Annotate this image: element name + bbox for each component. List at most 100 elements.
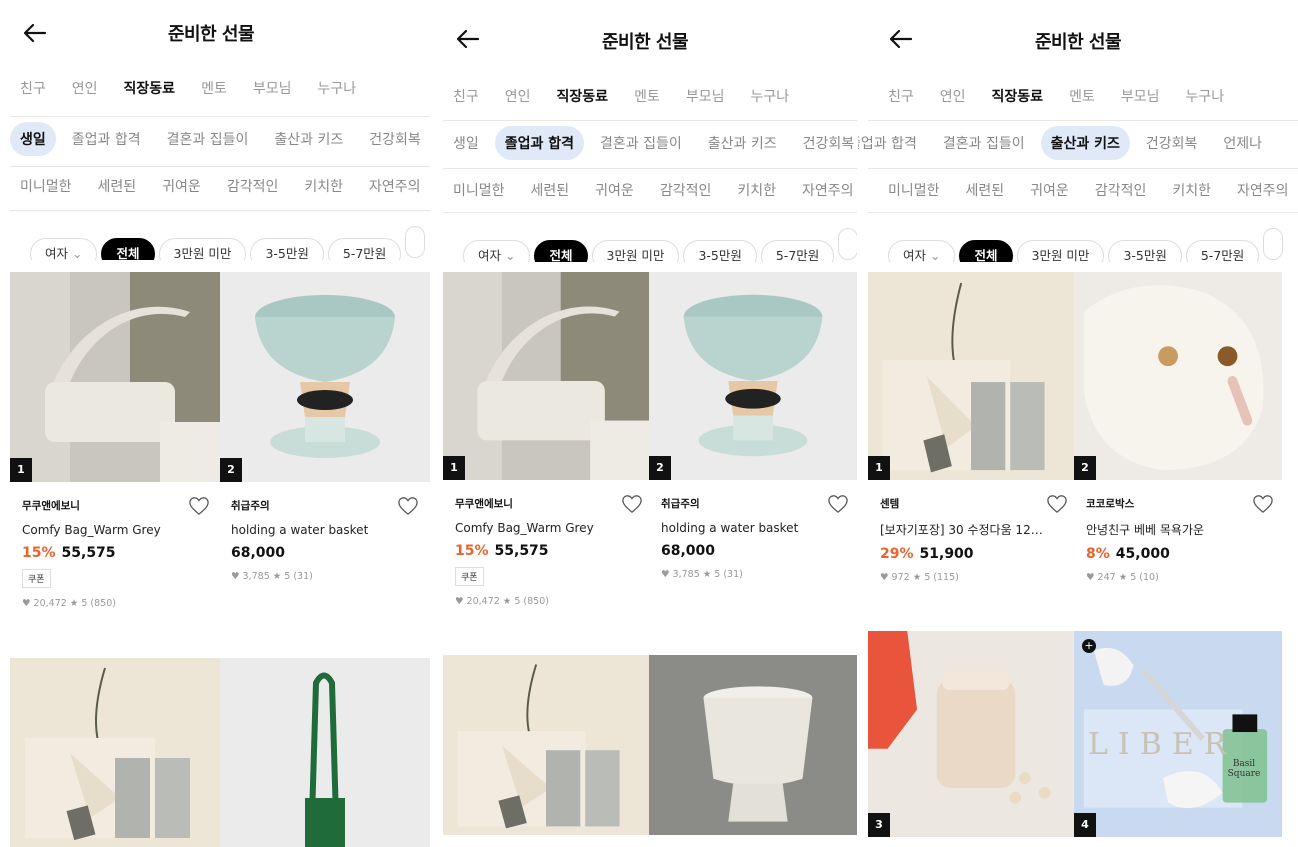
price-chip[interactable]: 3만원 미만 (591, 240, 680, 262)
tab-style[interactable]: 귀여운 (162, 176, 201, 196)
tab-relation-selected[interactable]: 직장동료 (557, 86, 609, 106)
price-chip[interactable]: 3만원 미만 (1016, 240, 1105, 262)
product-image-bowl[interactable]: 2 (649, 272, 857, 480)
tab-style[interactable]: 미니멀한 (453, 180, 505, 200)
tab-relation[interactable]: 친구 (888, 86, 914, 106)
tab-style[interactable]: 감각적인 (1095, 180, 1147, 200)
wishlist-button[interactable] (188, 496, 210, 516)
price-chip-selected[interactable]: 전체 (959, 240, 1013, 262)
price-chip[interactable]: 3만원 미만 (158, 238, 247, 260)
tab-occasion-selected[interactable]: 졸업과 합격 (494, 126, 585, 160)
price-chip[interactable]: 3-5만원 (250, 238, 324, 260)
product-card-info[interactable]: 무쿠앤에보니 Comfy Bag_Warm Grey 15% 55,575 쿠폰 … (455, 494, 655, 607)
tab-occasion[interactable]: 생일 (443, 126, 489, 160)
tab-style[interactable]: 귀여운 (595, 180, 634, 200)
tab-occasion[interactable]: 출산과 키즈 (264, 122, 353, 156)
tab-relation[interactable]: 친구 (20, 78, 46, 98)
price-chip[interactable]: 3-5만원 (1108, 240, 1182, 262)
tab-relation[interactable]: 부모님 (686, 86, 725, 106)
price-chip-selected[interactable]: 전체 (534, 240, 588, 262)
tab-style[interactable]: 미니멀한 (888, 180, 940, 200)
price-chip[interactable] (838, 228, 857, 260)
product-card-info[interactable]: 무쿠앤에보니 Comfy Bag_Warm Grey 15% 55,575 쿠폰 … (22, 496, 222, 609)
rank-badge: 4 (1074, 813, 1096, 837)
tab-style[interactable]: 키치한 (304, 176, 343, 196)
tab-relation[interactable]: 누구나 (317, 78, 356, 98)
product-image-wrapped-gift[interactable] (443, 655, 649, 835)
tab-occasion[interactable]: 건강회복 (1136, 126, 1208, 160)
tab-style[interactable]: 세련된 (98, 176, 137, 196)
tab-relation[interactable]: 부모님 (1121, 86, 1160, 106)
tab-occasion[interactable]: 건강회복 (793, 126, 857, 160)
gender-dropdown[interactable]: 여자 ⌄ (463, 240, 531, 262)
tab-style[interactable]: 세련된 (531, 180, 570, 200)
tab-style[interactable]: 키치한 (737, 180, 776, 200)
tab-occasion[interactable]: 결혼과 집들이 (590, 126, 692, 160)
product-card-info[interactable]: 취급주의 holding a water basket 68,000 ♥ 3,7… (661, 494, 857, 580)
price-chip[interactable]: 3-5만원 (683, 240, 757, 262)
plus-icon[interactable]: + (1082, 639, 1096, 653)
product-image-wrapped-gift[interactable] (10, 658, 220, 847)
product-image-bowl[interactable]: 2 (220, 272, 430, 482)
tab-style[interactable]: 귀여운 (1030, 180, 1069, 200)
gender-dropdown[interactable]: 여자 ⌄ (888, 240, 956, 262)
tab-occasion-selected[interactable]: 출산과 키즈 (1040, 126, 1130, 160)
wishlist-button[interactable] (621, 494, 643, 514)
tab-relation[interactable]: 부모님 (253, 78, 292, 98)
tab-occasion[interactable]: 결혼과 집들이 (157, 122, 259, 156)
product-image-bag[interactable]: 1 (10, 272, 220, 482)
tab-occasion[interactable]: 출산과 키즈 (698, 126, 787, 160)
product-card-info[interactable]: 센템 [보자기포장] 30 수정다움 12g... 29% 51,900 ♥ 97… (880, 494, 1080, 583)
tab-style[interactable]: 감각적인 (227, 176, 279, 196)
price-chip[interactable] (1263, 228, 1284, 260)
tab-occasion[interactable]: 건강회복 (359, 122, 430, 156)
page-title: 준비한 선물 (1034, 32, 1122, 53)
heart-outline-icon (1047, 495, 1067, 514)
product-image-bag[interactable]: 1 (443, 272, 649, 480)
tab-relation[interactable]: 멘토 (201, 78, 227, 98)
price-chip[interactable]: 5-7만원 (327, 238, 402, 260)
gender-label: 여자 (45, 246, 69, 260)
tab-style[interactable]: 자연주의 (369, 176, 421, 196)
product-image-supplement[interactable]: 3 (868, 631, 1074, 837)
tab-relation[interactable]: 연인 (72, 78, 98, 98)
tab-relation[interactable]: 멘토 (634, 86, 660, 106)
heart-outline-icon (622, 495, 642, 514)
tab-style[interactable]: 자연주의 (1237, 180, 1289, 200)
tab-relation[interactable]: 연인 (505, 86, 531, 106)
tab-relation-selected[interactable]: 직장동료 (124, 78, 176, 98)
product-image-gift-set[interactable]: LIBER Basil Square + 4 (1074, 631, 1282, 837)
tab-relation[interactable]: 누구나 (750, 86, 789, 106)
tab-occasion[interactable]: 졸업과 합격 (858, 126, 927, 160)
tab-relation[interactable]: 친구 (453, 86, 479, 106)
wishlist-button[interactable] (1046, 494, 1068, 514)
price-chip[interactable]: 5-7만원 (760, 240, 835, 262)
tab-relation[interactable]: 멘토 (1069, 86, 1095, 106)
product-image-knit-bag[interactable] (220, 658, 430, 847)
tab-occasion[interactable]: 언제나 (1213, 126, 1272, 160)
tab-relation-selected[interactable]: 직장동료 (992, 86, 1044, 106)
price-chip[interactable]: 5-7만원 (1185, 240, 1260, 262)
product-image-wrapped-gift[interactable]: 1 (868, 272, 1074, 480)
product-image-baby-robe[interactable]: 2 (1074, 272, 1282, 480)
tab-relation[interactable]: 누구나 (1185, 86, 1224, 106)
tab-occasion[interactable]: 결혼과 집들이 (933, 126, 1035, 160)
panel-graduation: 준비한 선물 친구 연인 직장동료 멘토 부모님 누구나 생일 졸업과 합격 결혼과 집들이 출… (433, 0, 857, 847)
wishlist-button[interactable] (1252, 494, 1274, 514)
tab-style[interactable]: 미니멀한 (20, 176, 72, 196)
tab-relation[interactable]: 연인 (940, 86, 966, 106)
tab-style[interactable]: 자연주의 (802, 180, 854, 200)
price-chip-selected[interactable]: 전체 (101, 238, 155, 260)
tab-occasion[interactable]: 졸업과 합격 (62, 122, 151, 156)
tab-style[interactable]: 키치한 (1172, 180, 1211, 200)
product-card-info[interactable]: 코코로박스 안녕친구 베베 목욕가운 8% 45,000 ♥ 247 ★ 5 (1… (1086, 494, 1286, 583)
product-image-candle[interactable] (649, 655, 857, 835)
wishlist-button[interactable] (827, 494, 849, 514)
tab-occasion-selected[interactable]: 생일 (10, 122, 56, 156)
price-chip[interactable] (405, 226, 426, 258)
gender-dropdown[interactable]: 여자 ⌄ (30, 238, 98, 260)
tab-style[interactable]: 세련된 (966, 180, 1005, 200)
tab-style[interactable]: 감각적인 (660, 180, 712, 200)
product-card-info[interactable]: 취급주의 holding a water basket 68,000 ♥ 3,7… (231, 496, 430, 582)
wishlist-button[interactable] (397, 496, 419, 516)
